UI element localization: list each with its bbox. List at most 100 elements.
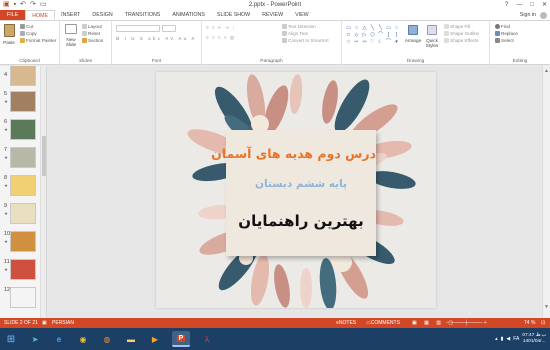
thumbnail-image[interactable] [10, 203, 36, 224]
start-from-beginning-icon[interactable]: ▭ [40, 0, 47, 10]
zoom-level[interactable]: 74 % [524, 318, 535, 328]
shapes-gallery[interactable]: ▭ ○ △ ╲ ╲ ▭ ○ □ ◇ ▷ ⬠ ⌒{} ☆ ⇨ ⇦ ♡ ☾ ⌒ ▾ [345, 25, 400, 45]
tab-insert[interactable]: INSERT [55, 10, 86, 20]
scroll-up-icon[interactable]: ▲ [544, 68, 549, 74]
fit-slide-icon[interactable]: ⊡ [541, 318, 545, 328]
taskbar-chrome[interactable]: ◉ [74, 331, 92, 347]
taskbar-explorer[interactable]: ▬ [122, 331, 140, 347]
arrange-icon[interactable] [408, 25, 418, 35]
taskbar-acrobat[interactable]: ⅄ [198, 331, 216, 347]
copy-button[interactable]: Copy [20, 31, 37, 37]
reset-icon [82, 31, 87, 36]
section-button[interactable]: Section [82, 38, 103, 44]
grade-subtitle[interactable]: پایه ششم دبستان [226, 178, 376, 190]
font-format-buttons[interactable]: B I U S abc AV Aa A [116, 36, 197, 42]
minimize-button[interactable]: — [516, 0, 522, 10]
thumbnail-image[interactable] [10, 147, 36, 168]
keyboard-language[interactable]: FA [513, 336, 519, 342]
shape-outline-button[interactable]: Shape Outline [444, 31, 479, 37]
thumbnail-image[interactable] [10, 66, 36, 86]
maximize-button[interactable]: □ [530, 0, 534, 10]
align-text-button[interactable]: Align Text [282, 31, 308, 37]
volume-icon[interactable]: ◀ [506, 336, 510, 342]
font-label: Font [151, 59, 162, 64]
smartart-icon [282, 38, 287, 43]
tab-view[interactable]: VIEW [289, 10, 315, 20]
paragraph-group: ≡ ≡ ⇤ ⇥ ↕ ≡ ≡ ≡ ≡ ▥ Text Direction Align… [202, 21, 342, 65]
replace-button[interactable]: Replace [495, 31, 518, 37]
help-button[interactable]: ? [505, 0, 508, 10]
undo-icon[interactable]: ↶ [20, 0, 26, 10]
new-slide-icon[interactable] [65, 24, 77, 34]
alignment-buttons[interactable]: ≡ ≡ ≡ ≡ ▥ [206, 35, 235, 41]
taskbar-media-player[interactable]: ▶ [146, 331, 164, 347]
language-indicator[interactable]: PERSIAN [52, 318, 74, 328]
animation-star-icon: ★ [4, 267, 9, 272]
paste-icon[interactable] [4, 24, 15, 37]
tab-transitions[interactable]: TRANSITIONS [119, 10, 167, 20]
tab-review[interactable]: REVIEW [256, 10, 289, 20]
folder-icon: ▬ [127, 334, 135, 344]
notes-button[interactable]: ≡ NOTES [336, 318, 356, 328]
taskbar-ie[interactable]: e [50, 331, 68, 347]
layout-button[interactable]: Layout [82, 24, 102, 30]
fill-icon [444, 24, 449, 29]
paragraph-format-buttons[interactable]: ≡ ≡ ⇤ ⇥ ↕ [206, 25, 235, 31]
format-painter-button[interactable]: Format Painter [20, 38, 56, 44]
tab-home[interactable]: HOME [25, 10, 56, 20]
editor-scrollbar[interactable]: ▲ ▼ [542, 66, 550, 318]
sign-in-link[interactable]: Sign in [520, 10, 536, 21]
thumbnail-image[interactable] [10, 287, 36, 308]
thumbnail-image[interactable] [10, 91, 36, 112]
account-avatar[interactable] [540, 12, 547, 19]
close-button[interactable]: ✕ [542, 0, 547, 10]
thumbnails-scrollbar[interactable] [40, 66, 46, 318]
quick-styles-icon[interactable] [427, 25, 437, 35]
taskbar-firefox[interactable]: ◍ [98, 331, 116, 347]
tab-design[interactable]: DESIGN [86, 10, 118, 20]
media-player-icon: ▶ [151, 334, 159, 344]
clock[interactable]: 07:47 ب.ظ 1401/04/... [522, 333, 546, 345]
thumbnail-image[interactable] [10, 175, 36, 196]
find-button[interactable]: Find [495, 24, 510, 30]
paste-button[interactable]: Paste [1, 40, 17, 45]
new-slide-button[interactable]: New Slide [62, 37, 80, 47]
taskbar-telegram[interactable]: ➤ [26, 331, 44, 347]
layout-icon [82, 24, 87, 29]
thumbnail-image[interactable] [10, 259, 36, 280]
font-size-box[interactable] [162, 25, 176, 32]
font-name-box[interactable] [116, 25, 160, 32]
cut-button[interactable]: Cut [20, 24, 33, 30]
scroll-down-icon[interactable]: ▼ [544, 304, 549, 310]
comments-button[interactable]: ▭ COMMENTS [366, 318, 400, 328]
current-slide[interactable]: درس دوم هدیه های آسمان پایه ششم دبستان ب… [156, 72, 436, 308]
tab-animations[interactable]: ANIMATIONS [166, 10, 211, 20]
shape-fill-button[interactable]: Shape Fill [444, 24, 470, 30]
save-icon[interactable]: ▪ [14, 0, 16, 10]
thumbnail-image[interactable] [10, 231, 36, 252]
reset-button[interactable]: Reset [82, 31, 100, 37]
thumbnail-image[interactable] [10, 119, 36, 140]
shape-effects-button[interactable]: Shape Effects [444, 38, 479, 44]
title-card[interactable]: درس دوم هدیه های آسمان پایه ششم دبستان ب… [211, 130, 376, 256]
thumbnails-scroll-thumb[interactable] [42, 136, 46, 176]
convert-smartart-button[interactable]: Convert to SmartArt [282, 38, 329, 44]
zoom-slider[interactable]: − ────┼──── + [446, 318, 487, 328]
quick-styles-button[interactable]: Quick Styles [422, 38, 442, 48]
tab-slide-show[interactable]: SLIDE SHOW [211, 10, 256, 20]
select-button[interactable]: Select [495, 38, 514, 44]
spelling-icon[interactable]: ▣ [42, 318, 47, 328]
arrange-button[interactable]: Arrange [402, 38, 424, 43]
taskbar-powerpoint[interactable]: P [172, 331, 190, 347]
lesson-title[interactable]: درس دوم هدیه های آسمان [211, 146, 376, 161]
redo-icon[interactable]: ↷ [30, 0, 36, 10]
teachers-heading[interactable]: بهترین راهنمایان [226, 212, 376, 230]
slide-number: 6 [4, 119, 8, 125]
tab-file[interactable]: FILE [0, 10, 26, 20]
font-group: B I U S abc AV Aa A Font [112, 21, 202, 65]
start-button[interactable]: ⊞ [2, 331, 20, 347]
ribbon: Paste Cut Copy Format Painter Clipboard … [0, 21, 550, 65]
tray-expand-icon[interactable]: ▴ [495, 336, 498, 342]
network-icon[interactable]: ▮ [501, 336, 504, 342]
text-direction-button[interactable]: Text Direction [282, 24, 316, 30]
